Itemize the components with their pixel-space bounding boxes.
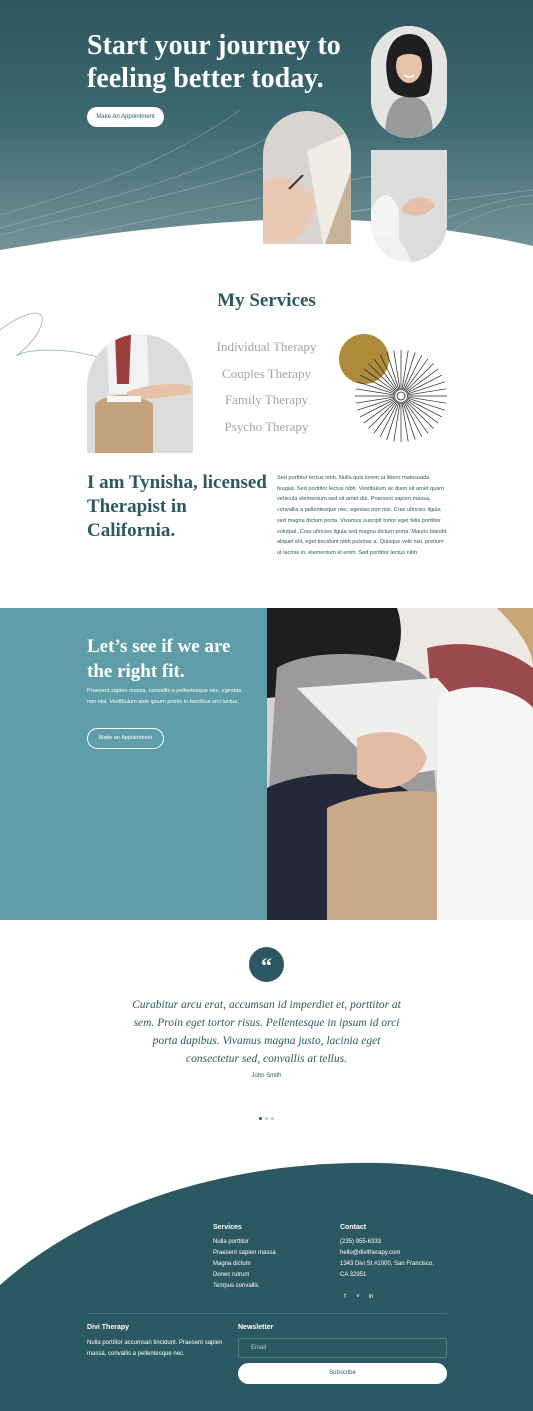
footer-services-heading: Services [213, 1224, 242, 1231]
slider-dot-3[interactable] [271, 1117, 274, 1120]
make-appointment-button[interactable]: Make An Appointment [87, 107, 164, 127]
contact-email[interactable]: hello@divitherapy.com [340, 1248, 434, 1259]
slider-dot-2[interactable] [265, 1117, 268, 1120]
newsletter-email-input[interactable]: Email [238, 1338, 447, 1358]
about-heading: I am Tynisha, licensed Therapist in Cali… [87, 472, 267, 541]
services-heading: My Services [217, 290, 316, 311]
facebook-icon[interactable]: f [340, 1292, 350, 1302]
quote-icon: “ [249, 947, 284, 982]
decorative-sunburst-graphic [339, 334, 447, 442]
about-body-text: Sed porttitor lectus nibh. Nulla quis lo… [277, 475, 447, 556]
footer-divider [87, 1313, 447, 1314]
service-item-couples-therapy[interactable]: Couples Therapy [200, 361, 333, 388]
footer-service-link[interactable]: Tempus convallis [213, 1281, 276, 1292]
therapist-portrait-photo [371, 26, 447, 138]
contact-address-line1: 1343 Divi St #1000, San Francisco, [340, 1261, 435, 1267]
make-appointment-outline-button[interactable]: Make an Appointment [87, 728, 164, 749]
footer-contact-heading: Contact [340, 1224, 367, 1231]
fit-body-text: Praesent sapien massa, convallis a pelle… [87, 688, 242, 705]
writing-hands-photo [263, 111, 351, 244]
service-item-individual-therapy[interactable]: Individual Therapy [200, 334, 333, 361]
footer-service-link[interactable]: Donec rutrum [213, 1270, 276, 1281]
counseling-session-photo [267, 608, 533, 920]
hero-section: Start your journey to feeling better tod… [0, 0, 533, 262]
footer-service-link[interactable]: Nulla porttitor [213, 1237, 276, 1248]
footer-brand-text: Nulla porttitor accumsan tincidunt. Prae… [87, 1340, 223, 1357]
contact-phone[interactable]: (235) 955-6333 [340, 1237, 434, 1248]
footer-service-link[interactable]: Magna dictum [213, 1259, 276, 1270]
service-item-psycho-therapy[interactable]: Psycho Therapy [200, 414, 333, 441]
newsletter-heading: Newsletter [238, 1324, 274, 1331]
fit-heading: Let’s see if we are the right fit. [87, 636, 231, 682]
twitter-icon[interactable]: ˅ [353, 1292, 363, 1302]
therapy-session-photo [87, 334, 193, 453]
footer-brand-heading: Divi Therapy [87, 1324, 130, 1331]
footer-service-link[interactable]: Praesent sapien massa [213, 1248, 276, 1259]
subscribe-button[interactable]: Subscribe [238, 1363, 447, 1384]
footer-contact-list: (235) 955-6333 hello@divitherapy.com 134… [340, 1237, 434, 1281]
testimonial-quote: Curabitur arcu erat, accumsan id imperdi… [132, 999, 401, 1065]
counseling-hands-photo [371, 150, 447, 262]
service-item-family-therapy[interactable]: Family Therapy [200, 387, 333, 414]
contact-address-line2: CA 32951 [340, 1272, 367, 1278]
slider-pagination [259, 1117, 275, 1121]
services-list: Individual Therapy Couples Therapy Famil… [200, 334, 333, 440]
linkedin-icon[interactable]: in [366, 1292, 376, 1302]
slider-dot-1[interactable] [259, 1117, 262, 1120]
testimonial-author: John Smith [251, 1073, 282, 1079]
hero-title: Start your journey to feeling better tod… [87, 30, 341, 94]
footer-services-list: Nulla porttitor Praesent sapien massa Ma… [213, 1237, 276, 1292]
